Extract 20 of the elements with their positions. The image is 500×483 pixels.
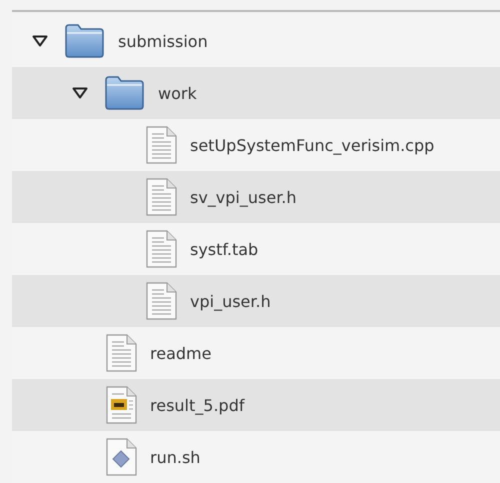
file-name[interactable]: setUpSystemFunc_verisim.cpp — [190, 136, 434, 154]
folder-icon — [104, 76, 144, 110]
expander-icon[interactable] — [32, 35, 48, 47]
file-name[interactable]: sv_vpi_user.h — [190, 188, 297, 206]
text-file-icon — [144, 230, 178, 268]
text-file-icon — [144, 282, 178, 320]
file-name[interactable]: result_5.pdf — [150, 396, 244, 414]
text-file-icon — [104, 334, 138, 372]
expander-icon[interactable] — [72, 87, 88, 99]
script-file-icon — [104, 438, 138, 476]
text-file-icon — [144, 126, 178, 164]
file-name[interactable]: vpi_user.h — [190, 292, 271, 310]
folder-icon — [64, 24, 104, 58]
file-name[interactable]: systf.tab — [190, 240, 258, 258]
file-name[interactable]: run.sh — [150, 448, 200, 466]
file-name[interactable]: work — [158, 84, 197, 102]
file-name[interactable]: readme — [150, 344, 212, 362]
text-file-icon — [144, 178, 178, 216]
pdf-file-icon — [104, 386, 138, 424]
file-name[interactable]: submission — [118, 32, 208, 50]
